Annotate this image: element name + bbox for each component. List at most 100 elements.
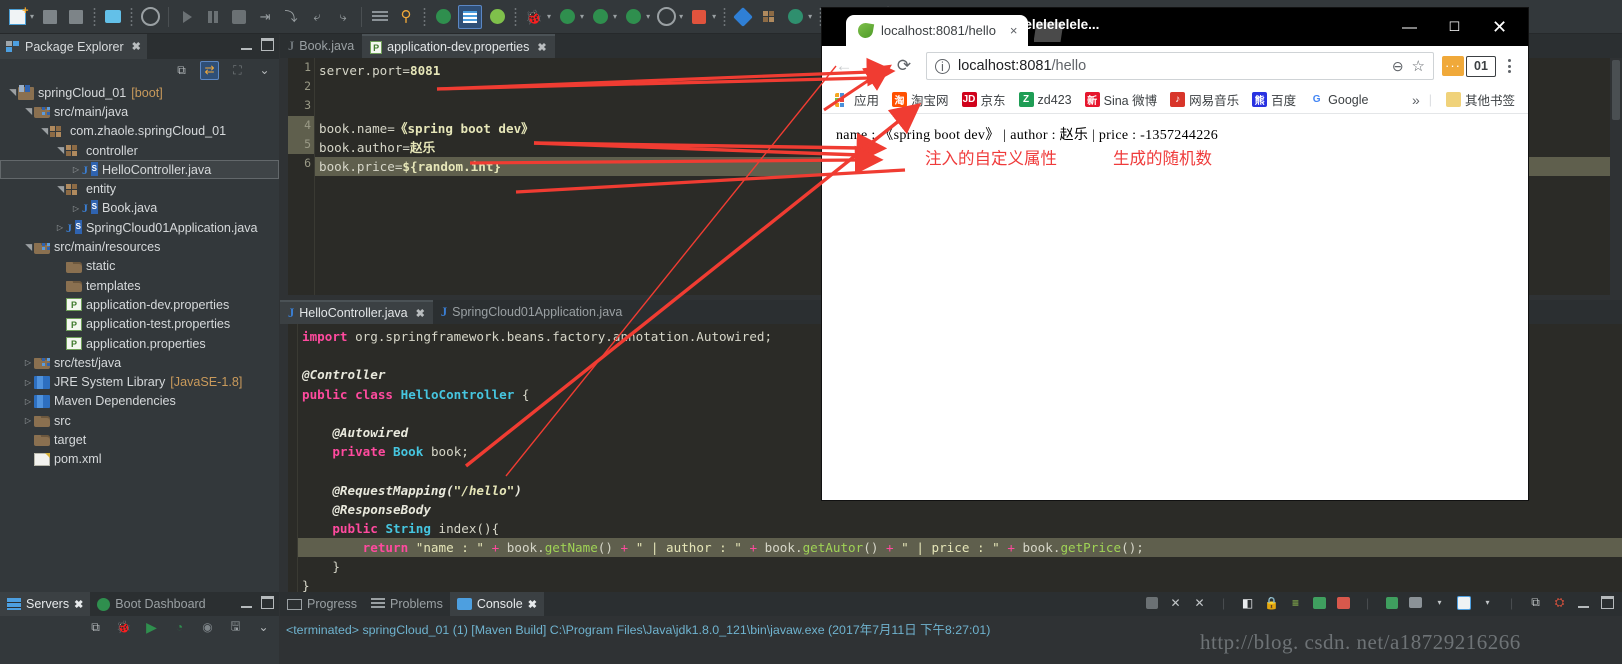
record-dropdown-icon[interactable]: ▾ (679, 12, 683, 21)
reload-icon[interactable]: ⟳ (890, 52, 918, 80)
tree-item[interactable]: Papplication.properties (0, 334, 279, 353)
display-console-icon[interactable] (1311, 594, 1328, 611)
view-menu-icon[interactable]: ⌄ (255, 619, 272, 636)
tree-item[interactable]: src/test/java (0, 353, 279, 372)
bookmark-item[interactable]: 淘淘宝网 (887, 88, 954, 111)
tree-item[interactable]: Maven Dependencies (0, 392, 279, 411)
java-code-line[interactable]: return "name : " + book.getName() + " | … (298, 538, 1622, 558)
new-wizard-icon[interactable]: + (6, 5, 29, 28)
terminate-icon[interactable] (1143, 594, 1160, 611)
minimize-icon[interactable] (1575, 594, 1592, 611)
tab-book-java[interactable]: J Book.java (280, 34, 363, 58)
clear-console-icon[interactable]: ◧ (1239, 594, 1256, 611)
record-icon[interactable] (655, 6, 677, 28)
tree-item[interactable]: J HelloController.java (0, 160, 279, 180)
back-icon[interactable]: ← (830, 52, 858, 80)
maven-dropdown-icon[interactable]: ▾ (808, 12, 812, 21)
close-icon[interactable]: × (1010, 23, 1018, 38)
close-icon[interactable]: ✖ (528, 598, 537, 611)
maximize-icon[interactable] (261, 596, 274, 609)
tree-expander-closed[interactable] (22, 378, 34, 387)
star-icon[interactable]: ☆ (1412, 57, 1425, 75)
open-console-icon[interactable] (1335, 594, 1352, 611)
focus-icon[interactable]: ⛶ (229, 62, 246, 79)
java-code-line[interactable]: } (298, 576, 1622, 592)
task-list-icon[interactable] (458, 4, 483, 29)
bookmarks-overflow-icon[interactable]: » (1412, 92, 1420, 108)
minimize-icon[interactable] (241, 598, 252, 608)
tree-expander-open[interactable] (22, 242, 34, 253)
java-code-line[interactable]: } (298, 557, 1622, 576)
view-menu-icon[interactable]: ⌄ (256, 62, 273, 79)
terminal-icon[interactable] (102, 6, 124, 28)
close-icon[interactable]: ✕ (1477, 14, 1522, 40)
chrome-menu-icon[interactable] (1498, 59, 1520, 73)
tab-problems[interactable]: Problems (364, 592, 450, 616)
tab-progress[interactable]: Progress (280, 592, 364, 616)
maximize-icon[interactable] (1599, 594, 1616, 611)
tree-item[interactable]: src/main/resources (0, 237, 279, 256)
run-config-icon[interactable] (622, 6, 644, 28)
run-last-dropdown-icon[interactable]: ▾ (712, 12, 716, 21)
tree-item[interactable]: Papplication-test.properties (0, 315, 279, 334)
tab-hellocontroller-java[interactable]: J HelloController.java ✖ (280, 300, 433, 324)
bookmark-item[interactable]: Zzd423 (1014, 90, 1077, 109)
project-tree[interactable]: springCloud_01 [boot]src/main/java com.zha… (0, 81, 279, 469)
toolbar-drag-handle-2[interactable] (130, 6, 134, 27)
close-icon[interactable]: ✖ (132, 40, 141, 53)
debug-dropdown-icon[interactable]: ▾ (547, 12, 551, 21)
java-code-line[interactable]: public String index(){ (298, 519, 1622, 538)
tree-expander-closed[interactable] (22, 416, 34, 425)
tab-servers[interactable]: Servers ✖ (0, 592, 91, 616)
remove-all-terminated-icon[interactable]: ✕ (1191, 594, 1208, 611)
copy-icon[interactable] (1455, 594, 1472, 611)
tree-item[interactable]: controller (0, 141, 279, 160)
new-wizard-dropdown-icon[interactable]: ▾ (30, 12, 34, 21)
editor-top-scrollbar[interactable] (1610, 58, 1622, 295)
tree-expander-open[interactable] (54, 145, 66, 156)
tree-expander-closed[interactable] (22, 358, 34, 367)
close-icon[interactable]: ✖ (74, 598, 83, 611)
counter-extension-icon[interactable]: 01 (1466, 55, 1496, 77)
bookmark-item[interactable]: JD 京东 (957, 88, 1011, 111)
save-icon[interactable] (39, 6, 61, 28)
orange-extension-icon[interactable]: ··· (1442, 56, 1464, 76)
remove-launch-icon[interactable]: ✕ (1167, 594, 1184, 611)
start-icon[interactable]: ▶ (143, 619, 160, 636)
save-all-icon[interactable] (65, 6, 87, 28)
toolbar-drag-handle-4[interactable] (514, 6, 518, 27)
close-icon[interactable]: ✖ (416, 307, 425, 320)
maximize-icon[interactable] (261, 38, 274, 51)
collapse-all-icon[interactable]: ⧉ (87, 619, 104, 636)
spring-icon[interactable] (432, 6, 454, 28)
java-code-line[interactable]: @ResponseBody (298, 500, 1622, 519)
tree-expander-open[interactable] (38, 126, 50, 137)
minimize-icon[interactable] (241, 40, 252, 50)
tree-item[interactable]: src (0, 411, 279, 430)
run-dropdown-icon[interactable]: ▾ (580, 12, 584, 21)
run-config-dropdown-icon[interactable]: ▾ (646, 12, 650, 21)
bookmark-item[interactable]: 新 Sina 微博 (1080, 88, 1163, 111)
bookmark-item[interactable]: G Google (1304, 90, 1373, 109)
tree-expander-open[interactable] (22, 106, 34, 117)
profile-icon[interactable]: ◔ (171, 619, 188, 636)
debug-console-icon[interactable]: ⛭ (1551, 594, 1568, 611)
publish-icon[interactable]: 🖫 (227, 619, 244, 636)
close-icon[interactable]: ✖ (537, 41, 546, 54)
run-icon[interactable] (556, 6, 578, 28)
tree-expander-closed[interactable] (22, 397, 34, 406)
tree-item[interactable]: JRE System Library [JavaSE-1.8] (0, 372, 279, 391)
stop-icon[interactable]: ◉ (199, 619, 216, 636)
toolbar-drag-handle[interactable] (93, 6, 97, 27)
tree-expander-open[interactable] (54, 184, 66, 195)
external-tools-icon[interactable] (589, 6, 611, 28)
tree-expander-closed[interactable] (70, 165, 82, 174)
new-tab-button[interactable] (1033, 22, 1064, 42)
pin-console-icon[interactable] (1383, 594, 1400, 611)
no-skip-breakpoints-icon[interactable] (139, 6, 161, 28)
tree-item[interactable]: templates (0, 276, 279, 295)
tree-item[interactable]: Papplication-dev.properties (0, 295, 279, 314)
word-wrap-icon[interactable]: ≡ (1287, 594, 1304, 611)
page-info-icon[interactable]: i (935, 58, 950, 74)
new-console-view-icon[interactable] (1407, 594, 1424, 611)
